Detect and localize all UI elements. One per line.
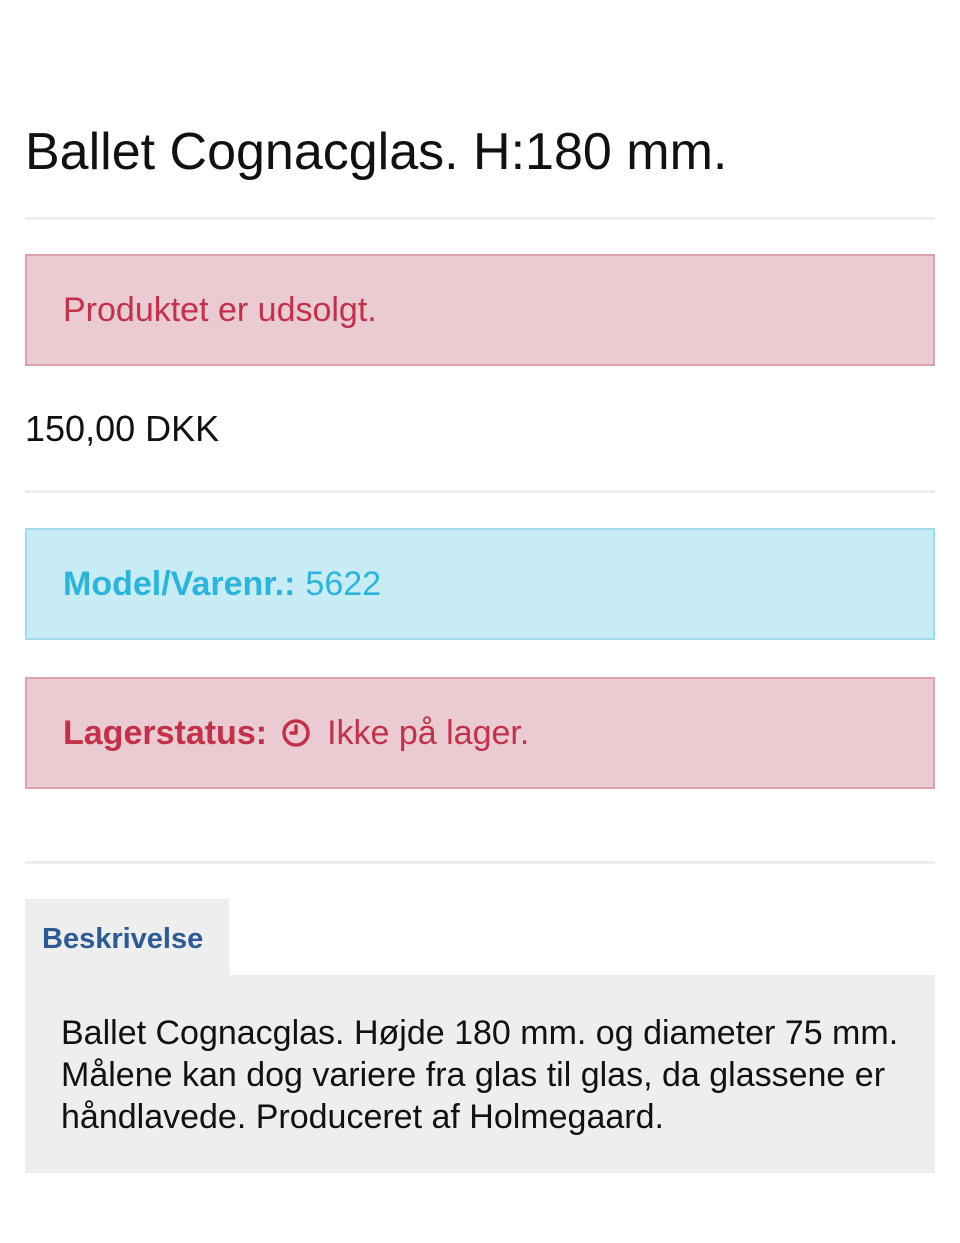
sold-out-message: Produktet er udsolgt. xyxy=(63,290,377,329)
model-info-box: Model/Varenr.: 5622 xyxy=(25,528,935,640)
stock-value: Ikke på lager. xyxy=(327,713,530,752)
product-title: Ballet Cognacglas. H:180 mm. xyxy=(25,123,728,181)
product-price: 150,00 DKK xyxy=(25,408,220,449)
model-value: 5622 xyxy=(305,564,382,603)
tab-description[interactable]: Beskrivelse xyxy=(25,899,229,976)
clock-icon xyxy=(281,718,311,748)
stock-status-box: Lagerstatus: Ikke på lager. xyxy=(25,677,935,789)
divider xyxy=(25,861,935,864)
divider xyxy=(25,217,935,220)
sold-out-alert: Produktet er udsolgt. xyxy=(25,254,935,366)
stock-label: Lagerstatus: xyxy=(63,713,268,752)
description-panel: Ballet Cognacglas. Højde 180 mm. og diam… xyxy=(25,975,935,1173)
model-label: Model/Varenr.: xyxy=(63,564,296,603)
divider xyxy=(25,490,935,493)
description-text: Ballet Cognacglas. Højde 180 mm. og diam… xyxy=(61,1014,899,1136)
